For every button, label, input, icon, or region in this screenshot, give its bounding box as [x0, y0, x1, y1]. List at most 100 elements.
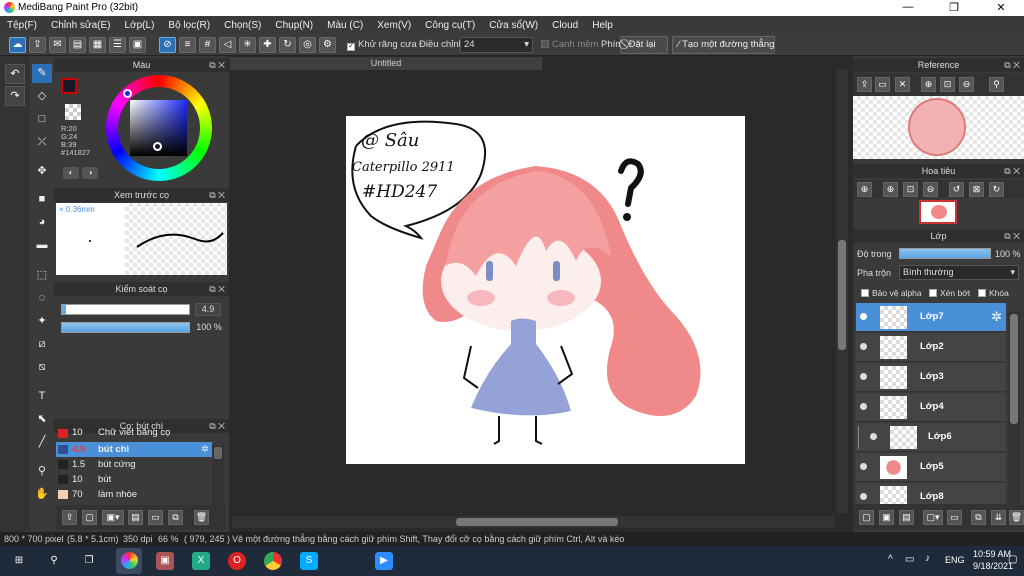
zoom-out-icon[interactable]: ⊖: [923, 182, 938, 197]
fit-icon[interactable]: ⊡: [903, 182, 918, 197]
zoom-in-icon[interactable]: ⊕: [857, 182, 872, 197]
volume-icon[interactable]: ♪: [925, 553, 930, 564]
select-rect-tool-icon[interactable]: ⬚: [32, 266, 52, 285]
zoom-in-icon[interactable]: ⊕: [883, 182, 898, 197]
lock-checkbox[interactable]: Khóa: [978, 288, 1009, 298]
document-tab[interactable]: Untitled: [230, 57, 542, 70]
medibang-taskbar-icon[interactable]: [116, 548, 142, 574]
snap-off-icon[interactable]: ⊘: [159, 37, 176, 53]
eye-icon[interactable]: [860, 343, 867, 350]
gear-icon[interactable]: ✲: [201, 442, 209, 457]
select-eraser-tool-icon[interactable]: ⧅: [32, 358, 52, 377]
popout-icon[interactable]: ⧉ ✕: [1004, 58, 1020, 72]
horizontal-scroll-thumb[interactable]: [456, 518, 618, 526]
cloud-icon[interactable]: ☁: [9, 37, 26, 53]
primary-color-swatch[interactable]: [61, 78, 77, 94]
menu-edit[interactable]: Chỉnh sửa(E): [44, 20, 118, 31]
add-brush-icon[interactable]: ⇪: [62, 510, 77, 525]
eye-icon[interactable]: [860, 463, 867, 470]
layer-item[interactable]: Lớp4: [856, 393, 1006, 422]
eraser-tool-icon[interactable]: ◇: [32, 87, 52, 106]
task-view-icon[interactable]: ❐: [80, 552, 98, 570]
popout-icon[interactable]: ⧉ ✕: [209, 188, 225, 202]
brush-settings-icon[interactable]: ▤: [128, 510, 143, 525]
close-reference-icon[interactable]: ✕: [895, 77, 910, 92]
brush-item-selected[interactable]: 4.9 bút chì ✲: [56, 442, 212, 457]
popout-icon[interactable]: ⧉ ✕: [1004, 164, 1020, 178]
color-picker-cursor[interactable]: [153, 142, 162, 151]
language-indicator[interactable]: ENG: [945, 555, 965, 565]
settings-icon[interactable]: ⚙: [319, 37, 336, 53]
reset-button[interactable]: ⃠ Đặt lại: [620, 36, 668, 54]
layer-item[interactable]: Lớp8: [856, 483, 1006, 505]
upload-icon[interactable]: ⇪: [857, 77, 872, 92]
windows-start-icon[interactable]: ⊞: [10, 552, 28, 570]
menu-file[interactable]: Tệp(F): [0, 20, 44, 31]
popout-icon[interactable]: ⧉ ✕: [209, 58, 225, 72]
eye-icon[interactable]: [860, 493, 867, 500]
layer-scrollbar[interactable]: [1008, 312, 1020, 508]
duplicate-layer-icon[interactable]: ⧉: [971, 510, 986, 525]
notification-icon[interactable]: ▢: [1008, 554, 1017, 565]
brush-item[interactable]: 10 Chữ viết bằng cọ: [56, 428, 212, 440]
copy-brush-icon[interactable]: ⧉: [168, 510, 183, 525]
layer-opacity-slider[interactable]: [899, 248, 991, 259]
menu-window[interactable]: Cửa sổ(W): [482, 20, 545, 31]
new-8bit-layer-icon[interactable]: ▤: [899, 510, 914, 525]
zoom-in-icon[interactable]: ⊕: [921, 77, 936, 92]
vertical-scroll-thumb[interactable]: [838, 240, 846, 350]
perspective-snap-icon[interactable]: ◁: [219, 37, 236, 53]
delete-layer-icon[interactable]: 🗑: [1009, 510, 1024, 525]
magic-wand-tool-icon[interactable]: ✦: [32, 312, 52, 331]
layer-item-selected[interactable]: Lớp7 ✲: [856, 303, 1006, 332]
merge-layer-icon[interactable]: ⇊: [991, 510, 1006, 525]
brush-item[interactable]: 70 làm nhòe: [56, 487, 212, 502]
menu-select[interactable]: Chọn(S): [217, 20, 268, 31]
fit-icon[interactable]: ⊡: [940, 77, 955, 92]
operation-tool-icon[interactable]: ⬉: [32, 410, 52, 429]
radial-snap-icon[interactable]: ✳: [239, 37, 256, 53]
folder-icon[interactable]: ▭: [148, 510, 163, 525]
reference-image[interactable]: [853, 96, 1024, 159]
hue-picker-cursor[interactable]: [123, 89, 132, 98]
popout-icon[interactable]: ⧉ ✕: [1004, 229, 1020, 243]
blend-select[interactable]: Bình thường ▾: [899, 265, 1019, 280]
share-icon[interactable]: ⇪: [29, 37, 46, 53]
smudge-tool-icon[interactable]: ⤫: [32, 133, 52, 152]
minimize-button[interactable]: —: [885, 1, 931, 15]
menu-view[interactable]: Xem(V): [370, 20, 418, 31]
eye-icon[interactable]: [870, 433, 877, 440]
divide-tool-icon[interactable]: ╱: [32, 433, 52, 452]
brush-list-scrollbar[interactable]: [212, 445, 224, 505]
brush-opacity-slider[interactable]: [61, 322, 190, 333]
protect-alpha-checkbox[interactable]: Bảo vệ alpha: [861, 288, 922, 298]
comment-icon[interactable]: ✉: [49, 37, 66, 53]
menu-help[interactable]: Help: [585, 20, 620, 31]
chrome-icon[interactable]: [264, 552, 282, 570]
lasso-tool-icon[interactable]: ◌: [32, 289, 52, 308]
clip-checkbox[interactable]: Xén bớt: [929, 288, 970, 298]
curve-snap-icon[interactable]: ↻: [279, 37, 296, 53]
palette-icon[interactable]: ◐: [63, 167, 79, 179]
brush-menu-icon[interactable]: ▣▾: [102, 510, 124, 525]
new-brush-icon[interactable]: ▢: [82, 510, 97, 525]
excel-icon[interactable]: X: [192, 552, 210, 570]
parallel-snap-icon[interactable]: ≡: [179, 37, 196, 53]
navigator-preview[interactable]: [919, 200, 957, 224]
eye-icon[interactable]: [860, 373, 867, 380]
antialias-checkbox[interactable]: ✓ Khử răng cưa: [347, 39, 417, 51]
transparent-color-swatch[interactable]: [65, 104, 81, 120]
make-line-button[interactable]: ⁄ Tạo một đường thẳng: [672, 36, 775, 54]
save-icon[interactable]: ▦: [89, 37, 106, 53]
snap-soft-checkbox[interactable]: Canh mềm: [541, 39, 598, 50]
search-icon[interactable]: ⚲: [45, 552, 63, 570]
opera-icon[interactable]: O: [228, 552, 246, 570]
new-halftone-layer-icon[interactable]: ▣: [879, 510, 894, 525]
folder-icon[interactable]: ▭: [947, 510, 962, 525]
brush-item[interactable]: 1.5 bút cứng: [56, 457, 212, 472]
new-layer-icon[interactable]: ▢: [859, 510, 874, 525]
brush-size-value[interactable]: 4.9: [195, 303, 221, 316]
layer-item[interactable]: Lớp6: [856, 423, 1006, 452]
brush-item[interactable]: 10 bút: [56, 472, 212, 487]
drawing-canvas[interactable]: @ Sâu Caterpillo 2911 #HD247: [346, 116, 745, 464]
